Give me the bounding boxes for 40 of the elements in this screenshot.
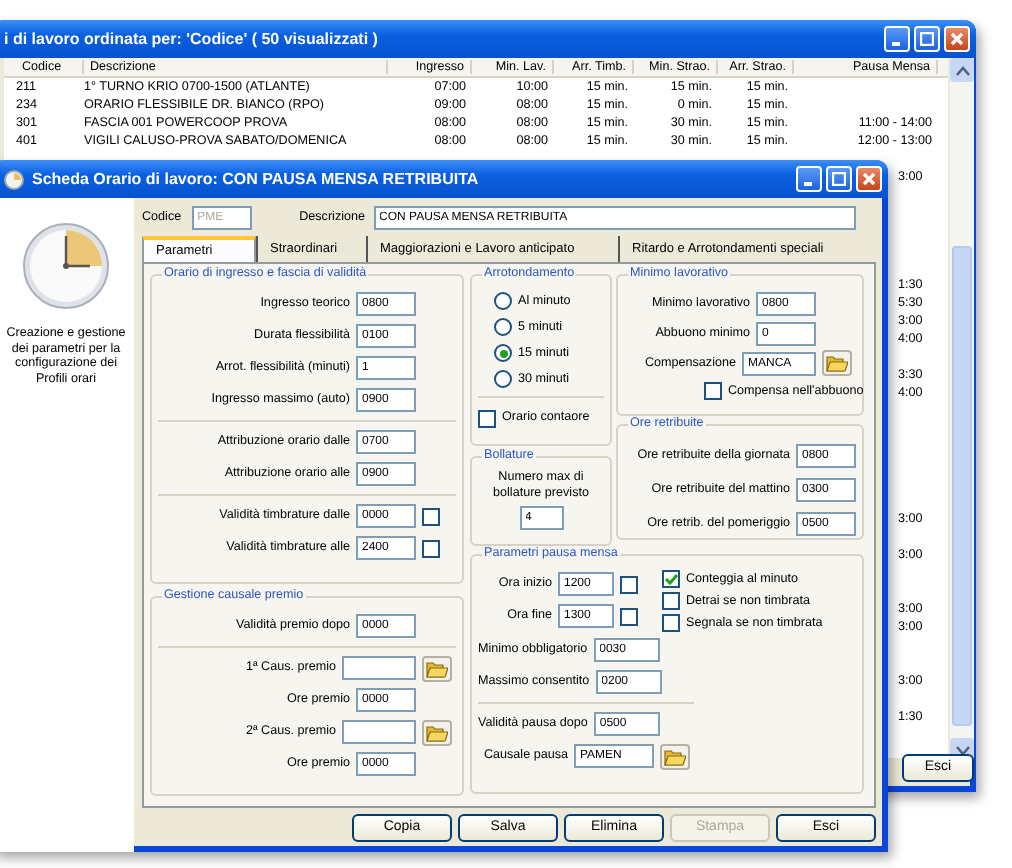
window-title: i di lavoro ordinata per: 'Codice' ( 50 visualizzati ) bbox=[4, 29, 380, 49]
checkbox[interactable] bbox=[478, 409, 496, 427]
scroll-up-icon bbox=[955, 65, 969, 75]
minimize-button[interactable] bbox=[796, 166, 822, 192]
checkbox[interactable] bbox=[704, 382, 722, 400]
window-title: Scheda Orario di lavoro: CON PAUSA MENSA RETRIBUITA bbox=[32, 169, 481, 189]
input-field[interactable] bbox=[342, 656, 416, 680]
radio-button[interactable] bbox=[494, 344, 512, 362]
input-field[interactable] bbox=[342, 720, 416, 744]
folder-icon bbox=[426, 723, 448, 741]
clock-icon bbox=[22, 222, 110, 310]
browse-button[interactable] bbox=[422, 655, 452, 681]
checkbox[interactable] bbox=[422, 507, 440, 525]
browse-button[interactable] bbox=[822, 350, 852, 376]
checkbox[interactable] bbox=[620, 607, 638, 625]
minimize-button[interactable] bbox=[884, 26, 910, 52]
maximize-button[interactable] bbox=[914, 26, 940, 52]
close-icon bbox=[862, 172, 876, 186]
folder-icon bbox=[826, 354, 848, 372]
checkbox[interactable] bbox=[620, 575, 638, 593]
maximize-icon bbox=[832, 172, 846, 186]
maximize-button[interactable] bbox=[826, 166, 852, 192]
radio-button[interactable] bbox=[494, 292, 512, 310]
radio-button[interactable] bbox=[494, 370, 512, 388]
radio-button[interactable] bbox=[494, 318, 512, 336]
close-icon bbox=[950, 32, 964, 46]
checkbox[interactable] bbox=[662, 570, 680, 588]
folder-icon bbox=[664, 747, 686, 765]
scroll-down-icon bbox=[955, 745, 969, 755]
checkbox[interactable] bbox=[662, 614, 680, 632]
maximize-icon bbox=[920, 32, 934, 46]
browse-button[interactable] bbox=[660, 743, 690, 769]
clock-icon bbox=[4, 169, 24, 189]
browse-button[interactable] bbox=[422, 719, 452, 745]
folder-icon bbox=[426, 659, 448, 677]
close-button[interactable] bbox=[856, 166, 882, 192]
checkbox[interactable] bbox=[662, 592, 680, 610]
scrollbar[interactable] bbox=[950, 58, 974, 762]
checkbox[interactable] bbox=[422, 539, 440, 557]
close-button[interactable] bbox=[944, 26, 970, 52]
